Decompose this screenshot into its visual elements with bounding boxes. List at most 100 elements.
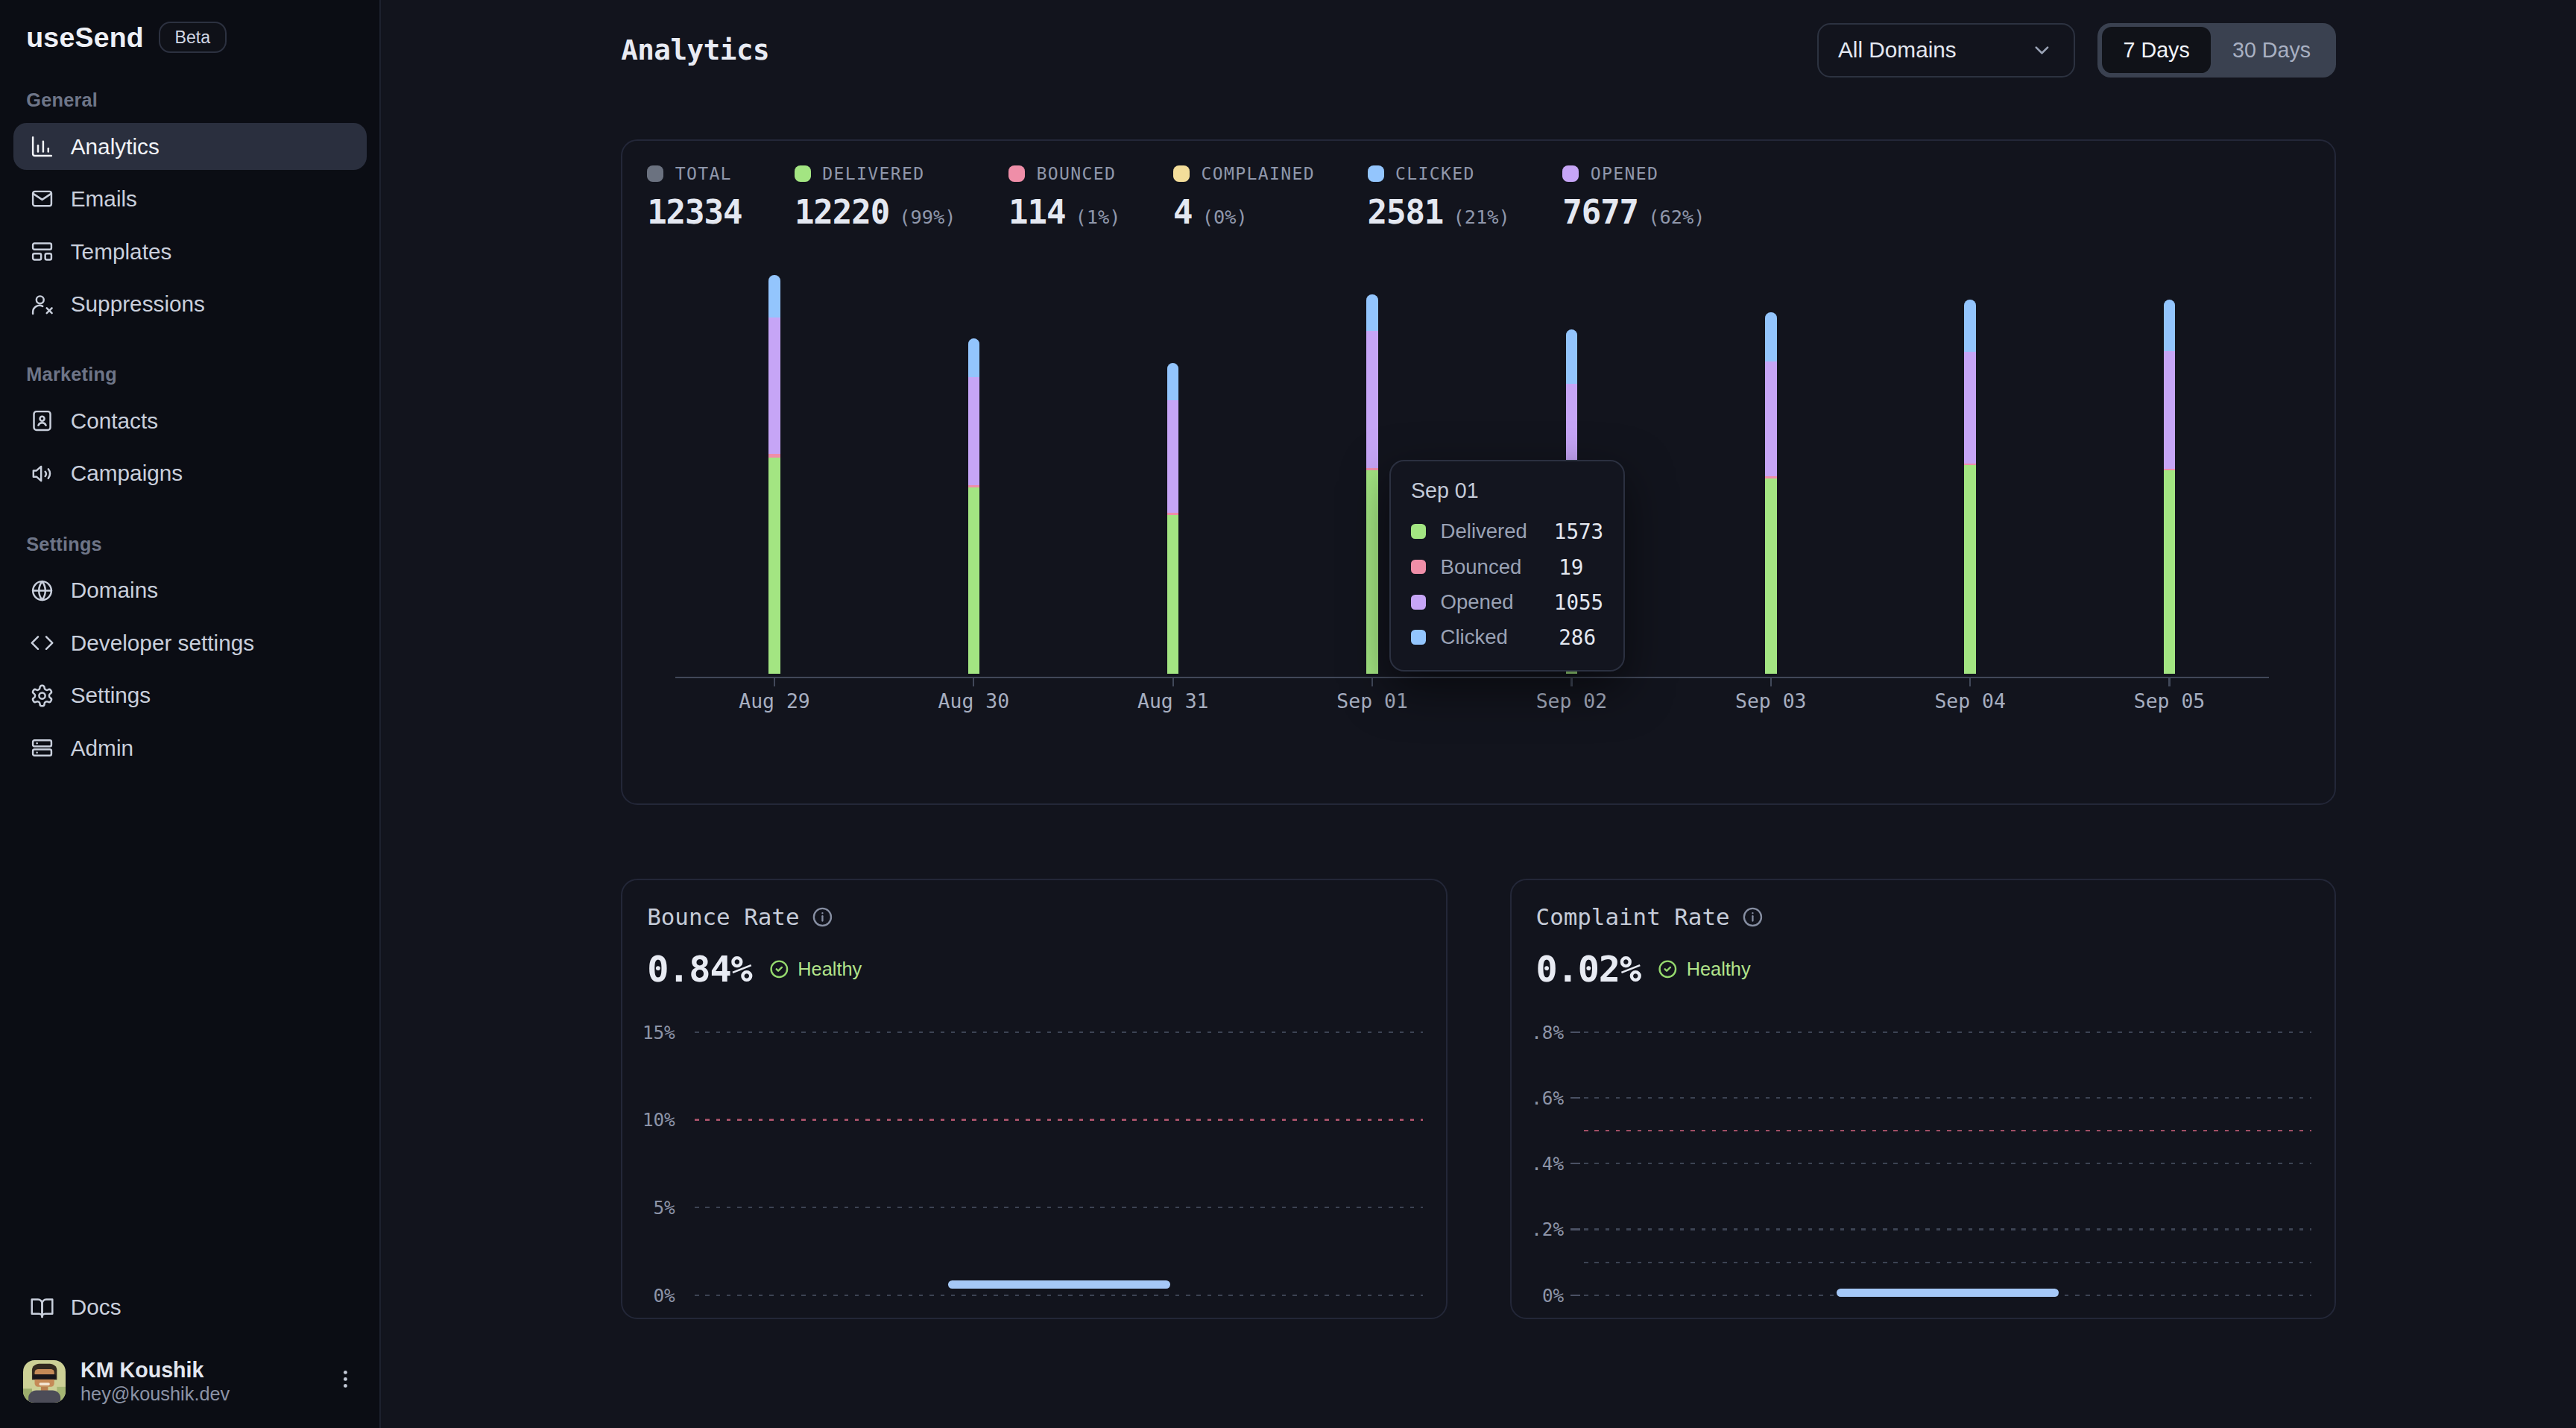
bar-segment-opened xyxy=(2164,351,2175,470)
bar-segment-clicked xyxy=(1566,329,1577,384)
tooltip-row: Bounced19 xyxy=(1411,549,1603,584)
rate-line xyxy=(948,1280,1170,1289)
rate-line xyxy=(1837,1289,2059,1297)
y-axis-label: .6% xyxy=(1512,1087,1565,1109)
bar-segment-opened xyxy=(768,317,780,454)
y-axis-label: .4% xyxy=(1512,1153,1565,1175)
sidebar-item-docs[interactable]: Docs xyxy=(13,1284,367,1332)
y-axis-tick xyxy=(1570,1163,1580,1164)
x-axis-label: Sep 05 xyxy=(2095,689,2243,713)
sidebar-item-templates[interactable]: Templates xyxy=(13,228,367,276)
x-axis-tick xyxy=(1969,678,1971,686)
bar-sep-04[interactable] xyxy=(1964,300,1975,674)
y-axis-label: 0% xyxy=(1512,1284,1565,1306)
chevron-down-icon xyxy=(2030,39,2053,62)
grid-line xyxy=(695,1295,1422,1296)
x-axis-line xyxy=(675,677,2269,678)
sidebar-item-settings[interactable]: Settings xyxy=(13,672,367,719)
x-axis-tick xyxy=(1770,678,1772,686)
bar-segment-clicked xyxy=(1964,300,1975,353)
server-icon xyxy=(30,736,54,760)
user-email: hey@koushik.dev xyxy=(80,1383,230,1406)
ellipsis-vertical-icon[interactable] xyxy=(334,1367,357,1397)
user-name: KM Koushik xyxy=(80,1358,230,1383)
bar-sep-01[interactable] xyxy=(1366,294,1377,674)
contact-book-icon xyxy=(30,408,54,433)
sidebar-item-label: Analytics xyxy=(71,134,160,159)
gear-icon xyxy=(30,683,54,708)
sidebar: useSend Beta GeneralAnalyticsEmailsTempl… xyxy=(0,0,381,1428)
user-info: KM Koushik hey@koushik.dev xyxy=(80,1358,230,1406)
sidebar-item-label: Emails xyxy=(71,186,137,212)
sidebar-item-emails[interactable]: Emails xyxy=(13,175,367,223)
sidebar-item-label: Suppressions xyxy=(71,291,205,317)
sidebar-item-campaigns[interactable]: Campaigns xyxy=(13,449,367,497)
sidebar-item-developer-settings[interactable]: Developer settings xyxy=(13,619,367,667)
complaint-rate-card: Complaint Rate 0.02% Healthy .8%.6%.4%.2… xyxy=(1510,879,2337,1319)
docs-label: Docs xyxy=(71,1295,121,1320)
bar-aug-31[interactable] xyxy=(1167,363,1178,674)
bar-chart-icon xyxy=(30,134,54,159)
globe-icon xyxy=(30,578,54,603)
app-logo: useSend xyxy=(26,22,144,54)
sidebar-item-suppressions[interactable]: Suppressions xyxy=(13,280,367,328)
x-axis-tick xyxy=(973,678,974,686)
bar-segment-opened xyxy=(1167,400,1178,513)
sidebar-footer: Docs KM Ko xyxy=(0,1284,379,1428)
x-axis-label: Aug 31 xyxy=(1099,689,1247,713)
tooltip-row: Delivered1573 xyxy=(1411,514,1603,549)
y-axis-tick xyxy=(1570,1097,1580,1099)
grid-line xyxy=(1584,1031,2311,1033)
sidebar-item-analytics[interactable]: Analytics xyxy=(13,123,367,171)
domain-filter-value: All Domains xyxy=(1838,37,1957,63)
page-title: Analytics xyxy=(621,34,769,66)
grid-line xyxy=(1584,1228,2311,1230)
sidebar-item-label: Admin xyxy=(71,736,133,761)
sidebar-item-admin[interactable]: Admin xyxy=(13,724,367,772)
sidebar-item-label: Domains xyxy=(71,578,158,603)
tooltip-row: Opened1055 xyxy=(1411,584,1603,619)
sidebar-item-label: Developer settings xyxy=(71,631,254,656)
grid-line xyxy=(1584,1262,2311,1263)
x-axis-label: Sep 02 xyxy=(1497,689,1645,713)
x-axis-tick xyxy=(774,678,775,686)
grid-line xyxy=(1584,1130,2311,1131)
bar-aug-29[interactable] xyxy=(768,275,780,674)
range-7-days[interactable]: 7 Days xyxy=(2102,27,2211,73)
tooltip-title: Sep 01 xyxy=(1411,476,1603,506)
tooltip-label: Clicked xyxy=(1441,625,1544,649)
x-axis-tick xyxy=(1371,678,1373,686)
range-30-days[interactable]: 30 Days xyxy=(2211,27,2332,73)
chart-tooltip: Sep 01 Delivered1573Bounced19Opened1055C… xyxy=(1389,460,1624,672)
y-axis-label: .2% xyxy=(1512,1219,1565,1240)
user-card[interactable]: KM Koushik hey@koushik.dev xyxy=(13,1348,367,1415)
x-axis-label: Aug 29 xyxy=(701,689,848,713)
sidebar-item-domains[interactable]: Domains xyxy=(13,566,367,614)
bar-sep-05[interactable] xyxy=(2164,300,2175,674)
x-axis-tick xyxy=(2168,678,2170,686)
tooltip-row: Clicked286 xyxy=(1411,620,1603,655)
book-open-icon xyxy=(30,1295,54,1320)
bar-segment-delivered xyxy=(1167,515,1178,674)
tooltip-swatch xyxy=(1411,560,1426,575)
bar-segment-delivered xyxy=(1765,478,1776,674)
section-label-marketing: Marketing xyxy=(13,364,367,385)
sidebar-item-contacts[interactable]: Contacts xyxy=(13,397,367,445)
bounce-rate-chart: 15%10%5%0% xyxy=(622,880,1446,1318)
y-axis-tick xyxy=(1570,1228,1580,1230)
sidebar-item-label: Campaigns xyxy=(71,461,183,486)
bar-aug-30[interactable] xyxy=(968,338,979,674)
sidebar-item-label: Contacts xyxy=(71,408,158,434)
bar-sep-03[interactable] xyxy=(1765,312,1776,674)
y-axis-tick xyxy=(1570,1031,1580,1033)
user-x-icon xyxy=(30,292,54,317)
grid-line xyxy=(695,1031,1422,1033)
domain-filter-select[interactable]: All Domains xyxy=(1817,23,2075,78)
bar-segment-clicked xyxy=(1167,363,1178,401)
bar-segment-clicked xyxy=(2164,300,2175,350)
bar-segment-delivered xyxy=(1964,465,1975,674)
tooltip-swatch xyxy=(1411,630,1426,645)
x-axis-label: Sep 04 xyxy=(1896,689,2044,713)
grid-line xyxy=(1584,1097,2311,1099)
section-label-settings: Settings xyxy=(13,534,367,555)
